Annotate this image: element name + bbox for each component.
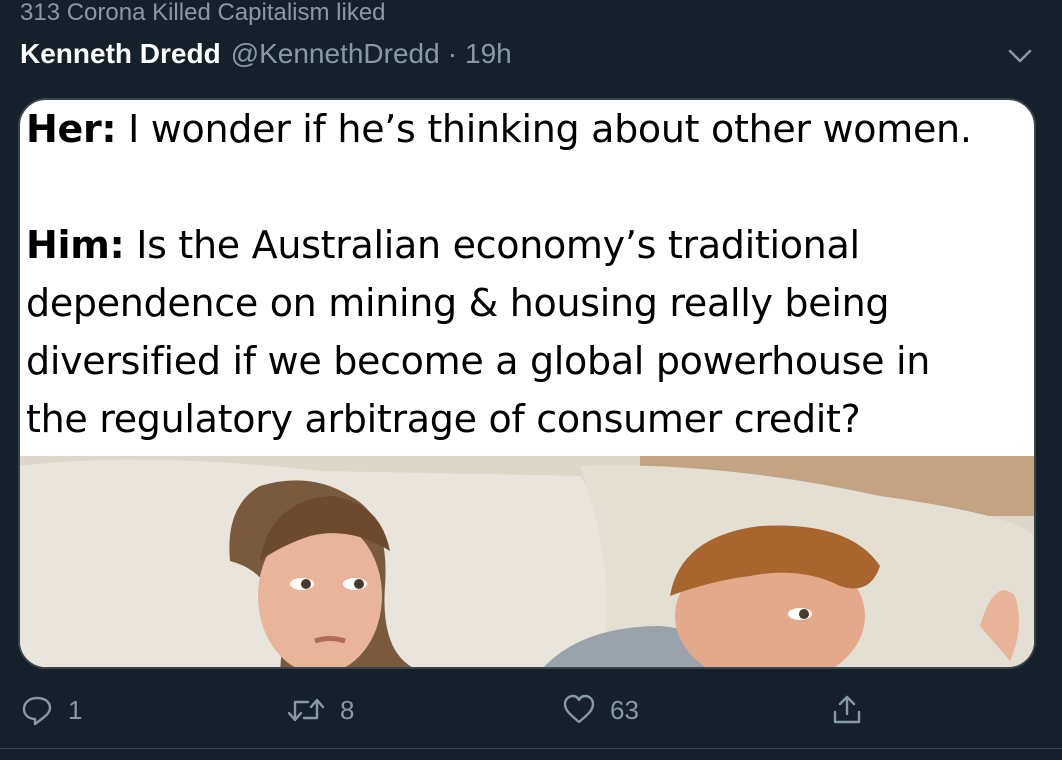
share-icon xyxy=(833,695,861,724)
like-count: 63 xyxy=(610,694,639,725)
chevron-down-icon xyxy=(1008,49,1032,63)
meme-line-him-1: Him: Is the Australian economy’s traditi… xyxy=(26,216,1028,274)
tweet-menu-button[interactable] xyxy=(1006,44,1034,68)
tweet-media[interactable]: Her: I wonder if he’s thinking about oth… xyxy=(18,98,1036,669)
meme-photo xyxy=(20,456,1034,667)
like-button[interactable]: 63 xyxy=(562,688,639,732)
tweet-header: Kenneth Dredd @KennethDredd · 19h xyxy=(20,36,512,72)
author-name[interactable]: Kenneth Dredd xyxy=(20,38,221,70)
reply-count: 1 xyxy=(68,694,83,725)
meme-line-him-4: the regulatory arbitrage of consumer cre… xyxy=(26,397,861,441)
meme-text-him-1: Is the Australian economy’s traditional xyxy=(124,223,860,267)
heart-icon xyxy=(563,694,595,724)
couple-in-bed-illustration xyxy=(20,456,1034,667)
social-context[interactable]: 313 Corona Killed Capitalism liked xyxy=(20,0,386,28)
tweet-divider xyxy=(0,748,1062,749)
meme-line-him-3: diversified if we become a global powerh… xyxy=(26,339,931,383)
retweet-icon xyxy=(287,698,325,722)
meme-line-him-2: dependence on mining & housing really be… xyxy=(26,281,890,325)
share-button[interactable] xyxy=(830,688,864,732)
tweet-actions: 1 8 63 xyxy=(0,688,1062,732)
timestamp[interactable]: 19h xyxy=(465,38,512,70)
retweet-button[interactable]: 8 xyxy=(286,688,354,732)
author-handle[interactable]: @KennethDredd xyxy=(231,38,440,70)
retweet-count: 8 xyxy=(340,694,355,725)
meme-blank-line xyxy=(26,158,1028,216)
meme-label-her: Her: xyxy=(26,107,117,151)
reply-icon xyxy=(22,696,52,726)
meme-caption: Her: I wonder if he’s thinking about oth… xyxy=(26,100,1028,456)
meme-line-her: Her: I wonder if he’s thinking about oth… xyxy=(26,100,1028,158)
meme-text-her: I wonder if he’s thinking about other wo… xyxy=(116,107,972,151)
meme-label-him: Him: xyxy=(26,223,125,267)
separator-dot: · xyxy=(447,38,458,69)
reply-button[interactable]: 1 xyxy=(20,688,82,732)
